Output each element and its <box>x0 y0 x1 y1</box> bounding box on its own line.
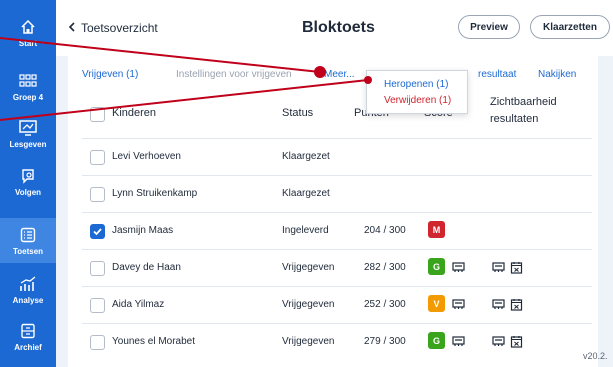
table-row[interactable]: Aida Yilmaz Vrijgegeven 252 / 300 V <box>82 286 592 323</box>
preview-button[interactable]: Preview <box>458 15 520 39</box>
sidebar-item-label: Volgen <box>14 188 42 197</box>
sidebar-item-label: Archief <box>14 343 42 352</box>
back-link[interactable]: Toetsoverzicht <box>68 21 158 35</box>
sidebar-item-lesgeven[interactable]: Lesgeven <box>0 111 56 156</box>
column-header-kinderen: Kinderen <box>112 107 157 119</box>
visibility-screen-icon[interactable] <box>492 298 505 311</box>
table-row[interactable]: Younes el Morabet Vrijgegeven 279 / 300 … <box>82 323 592 360</box>
sidebar-item-start[interactable]: Start <box>0 10 56 55</box>
sidebar-item-toetsen[interactable]: Toetsen <box>0 218 56 263</box>
student-name: Aida Yilmaz <box>112 299 165 310</box>
student-name: Jasmijn Maas <box>112 225 174 236</box>
sidebar-item-label: Groep 4 <box>12 93 44 102</box>
table-row[interactable]: Lynn Struikenkamp Klaargezet <box>82 175 592 212</box>
result-view-icon[interactable] <box>452 335 465 348</box>
visibility-calendar-icon[interactable] <box>510 298 523 311</box>
student-points: 252 / 300 <box>364 299 406 310</box>
page-title: Bloktoets <box>302 19 375 36</box>
tab-nakijken[interactable]: Nakijken <box>538 69 576 80</box>
version-label: v20.2. <box>583 351 608 361</box>
chevron-left-icon <box>68 21 75 35</box>
student-status: Vrijgegeven <box>282 262 335 273</box>
score-badge: G <box>428 332 445 349</box>
tab-resultaat[interactable]: resultaat <box>478 69 516 80</box>
result-view-icon[interactable] <box>452 261 465 274</box>
row-checkbox[interactable] <box>90 298 105 313</box>
tab-vrijgeven[interactable]: Vrijgeven (1) <box>82 69 138 80</box>
sidebar-item-analyse[interactable]: Analyse <box>0 267 56 312</box>
sidebar-item-label: Start <box>18 39 38 48</box>
back-link-label: Toetsoverzicht <box>81 21 158 35</box>
student-name: Younes el Morabet <box>112 336 196 347</box>
score-badge: G <box>428 258 445 275</box>
sidebar-item-archief[interactable]: Archief <box>0 314 56 359</box>
menu-item-heropenen[interactable]: Heropenen (1) <box>384 79 448 90</box>
row-checkbox[interactable] <box>90 150 105 165</box>
tests-icon <box>18 225 38 245</box>
score-badge: V <box>428 295 445 312</box>
result-view-icon[interactable] <box>452 298 465 311</box>
sidebar-item-volgen[interactable]: Volgen <box>0 159 56 204</box>
select-all-checkbox[interactable] <box>90 107 105 122</box>
home-icon <box>18 17 38 37</box>
checkmark-icon <box>93 228 102 236</box>
column-header-resultaten: resultaten <box>490 113 539 125</box>
student-status: Vrijgegeven <box>282 299 335 310</box>
table-row[interactable]: Jasmijn Maas Ingeleverd 204 / 300 M <box>82 212 592 249</box>
student-points: 279 / 300 <box>364 336 406 347</box>
tab-instellingen[interactable]: Instellingen voor vrijgeven <box>176 69 292 80</box>
student-name: Levi Verhoeven <box>112 151 181 162</box>
visibility-calendar-icon[interactable] <box>510 335 523 348</box>
sidebar: Start Groep 4 Lesgeven Volgen Toetsen An… <box>0 0 56 367</box>
follow-icon <box>18 166 38 186</box>
teach-icon <box>18 118 38 138</box>
score-badge: M <box>428 221 445 238</box>
student-points: 204 / 300 <box>364 225 406 236</box>
sidebar-item-label: Analyse <box>12 296 44 305</box>
table-row[interactable]: Levi Verhoeven Klaargezet <box>82 138 592 175</box>
table-row[interactable]: Davey de Haan Vrijgegeven 282 / 300 G <box>82 249 592 286</box>
more-dropdown-menu: Heropenen (1) Verwijderen (1) <box>366 70 468 114</box>
row-checkbox[interactable] <box>90 335 105 350</box>
visibility-calendar-icon[interactable] <box>510 261 523 274</box>
action-tabs: Vrijgeven (1) Instellingen voor vrijgeve… <box>68 56 598 94</box>
tab-meer[interactable]: Meer... <box>324 69 355 80</box>
column-header-zichtbaarheid: Zichtbaarheid <box>490 96 557 108</box>
student-name: Davey de Haan <box>112 262 181 273</box>
ready-button[interactable]: Klaarzetten <box>530 15 610 39</box>
sidebar-item-groep[interactable]: Groep 4 <box>0 64 56 109</box>
student-status: Ingeleverd <box>282 225 329 236</box>
visibility-screen-icon[interactable] <box>492 335 505 348</box>
main-panel: Vrijgeven (1) Instellingen voor vrijgeve… <box>68 56 598 367</box>
sidebar-item-label: Lesgeven <box>9 140 47 149</box>
archive-icon <box>18 321 38 341</box>
header: Toetsoverzicht Bloktoets Preview Klaarze… <box>56 0 613 56</box>
visibility-screen-icon[interactable] <box>492 261 505 274</box>
student-status: Klaargezet <box>282 151 330 162</box>
student-name: Lynn Struikenkamp <box>112 188 198 199</box>
analysis-icon <box>18 274 38 294</box>
sidebar-item-label: Toetsen <box>12 247 44 256</box>
column-header-status: Status <box>282 107 314 119</box>
student-points: 282 / 300 <box>364 262 406 273</box>
menu-item-verwijderen[interactable]: Verwijderen (1) <box>384 95 451 106</box>
student-status: Klaargezet <box>282 188 330 199</box>
row-checkbox[interactable] <box>90 187 105 202</box>
row-checkbox[interactable] <box>90 224 105 239</box>
group-icon <box>18 71 38 91</box>
row-checkbox[interactable] <box>90 261 105 276</box>
student-status: Vrijgegeven <box>282 336 335 347</box>
